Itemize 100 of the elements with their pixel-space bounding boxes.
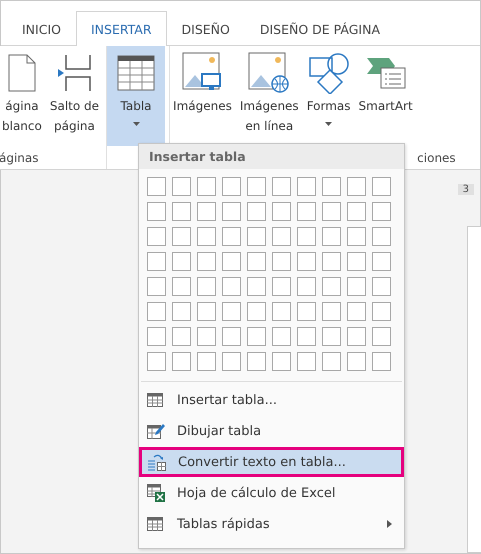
menu-item[interactable]: Hoja de cálculo de Excel bbox=[139, 478, 404, 508]
grid-cell[interactable] bbox=[147, 327, 166, 346]
grid-cell[interactable] bbox=[247, 352, 266, 371]
grid-cell[interactable] bbox=[322, 252, 341, 271]
grid-cell[interactable] bbox=[247, 252, 266, 271]
grid-cell[interactable] bbox=[297, 202, 316, 221]
grid-cell[interactable] bbox=[222, 302, 241, 321]
grid-cell[interactable] bbox=[272, 302, 291, 321]
grid-cell[interactable] bbox=[197, 352, 216, 371]
grid-cell[interactable] bbox=[297, 177, 316, 196]
grid-cell[interactable] bbox=[272, 202, 291, 221]
grid-cell[interactable] bbox=[172, 177, 191, 196]
grid-cell[interactable] bbox=[372, 252, 391, 271]
grid-cell[interactable] bbox=[147, 177, 166, 196]
grid-cell[interactable] bbox=[372, 227, 391, 246]
grid-cell[interactable] bbox=[272, 252, 291, 271]
grid-cell[interactable] bbox=[197, 252, 216, 271]
grid-cell[interactable] bbox=[322, 302, 341, 321]
grid-cell[interactable] bbox=[247, 302, 266, 321]
ribbon-tab[interactable]: DISEÑO bbox=[166, 12, 245, 46]
shapes-icon bbox=[308, 52, 350, 94]
grid-cell[interactable] bbox=[372, 302, 391, 321]
grid-cell[interactable] bbox=[322, 202, 341, 221]
grid-cell[interactable] bbox=[197, 177, 216, 196]
text-to-table-icon bbox=[148, 453, 166, 471]
grid-cell[interactable] bbox=[147, 252, 166, 271]
grid-cell[interactable] bbox=[147, 277, 166, 296]
grid-cell[interactable] bbox=[322, 352, 341, 371]
grid-cell[interactable] bbox=[197, 277, 216, 296]
table-icon bbox=[147, 393, 163, 407]
grid-cell[interactable] bbox=[322, 227, 341, 246]
grid-cell[interactable] bbox=[172, 252, 191, 271]
grid-cell[interactable] bbox=[322, 177, 341, 196]
page-number: 3 bbox=[458, 184, 474, 195]
grid-cell[interactable] bbox=[347, 302, 366, 321]
grid-cell[interactable] bbox=[272, 177, 291, 196]
grid-cell[interactable] bbox=[372, 177, 391, 196]
ribbon-tab[interactable]: INSERTAR bbox=[76, 11, 167, 46]
grid-cell[interactable] bbox=[172, 227, 191, 246]
grid-cell[interactable] bbox=[222, 352, 241, 371]
grid-cell[interactable] bbox=[322, 277, 341, 296]
grid-cell[interactable] bbox=[297, 327, 316, 346]
grid-cell[interactable] bbox=[372, 277, 391, 296]
menu-item[interactable]: Convertir texto en tabla... bbox=[139, 447, 404, 477]
grid-cell[interactable] bbox=[347, 252, 366, 271]
grid-cell[interactable] bbox=[197, 202, 216, 221]
menu-item[interactable]: Dibujar tabla bbox=[139, 416, 404, 446]
ribbon-button[interactable]: Salto de página bbox=[46, 46, 102, 146]
grid-cell[interactable] bbox=[297, 227, 316, 246]
grid-cell[interactable] bbox=[172, 302, 191, 321]
group-label: áginas bbox=[0, 151, 39, 167]
grid-cell[interactable] bbox=[372, 202, 391, 221]
grid-cell[interactable] bbox=[347, 202, 366, 221]
grid-cell[interactable] bbox=[147, 302, 166, 321]
grid-cell[interactable] bbox=[347, 327, 366, 346]
grid-cell[interactable] bbox=[297, 277, 316, 296]
grid-cell[interactable] bbox=[172, 327, 191, 346]
grid-cell[interactable] bbox=[372, 327, 391, 346]
grid-cell[interactable] bbox=[197, 227, 216, 246]
grid-cell[interactable] bbox=[222, 277, 241, 296]
ribbon-tab[interactable]: DISEÑO DE PÁGINA bbox=[244, 12, 396, 46]
grid-cell[interactable] bbox=[347, 177, 366, 196]
menu-item[interactable]: Insertar tabla... bbox=[139, 385, 404, 415]
ribbon-button[interactable]: ágina blanco bbox=[0, 46, 45, 146]
grid-cell[interactable] bbox=[347, 227, 366, 246]
grid-cell[interactable] bbox=[147, 202, 166, 221]
grid-cell[interactable] bbox=[272, 327, 291, 346]
pencil-table-icon bbox=[147, 422, 165, 440]
menu-item[interactable]: Tablas rápidas bbox=[139, 509, 404, 539]
grid-cell[interactable] bbox=[297, 252, 316, 271]
grid-cell[interactable] bbox=[222, 177, 241, 196]
grid-cell[interactable] bbox=[297, 302, 316, 321]
grid-cell[interactable] bbox=[247, 202, 266, 221]
grid-cell[interactable] bbox=[272, 277, 291, 296]
excel-sheet-icon bbox=[147, 484, 165, 502]
grid-cell[interactable] bbox=[372, 352, 391, 371]
ribbon-tab[interactable]: INICIO bbox=[7, 12, 76, 46]
grid-cell[interactable] bbox=[347, 277, 366, 296]
ribbon-button[interactable]: Tabla bbox=[107, 46, 166, 146]
grid-cell[interactable] bbox=[247, 277, 266, 296]
grid-cell[interactable] bbox=[172, 202, 191, 221]
grid-cell[interactable] bbox=[222, 227, 241, 246]
grid-cell[interactable] bbox=[272, 352, 291, 371]
grid-cell[interactable] bbox=[147, 352, 166, 371]
grid-cell[interactable] bbox=[222, 202, 241, 221]
grid-cell[interactable] bbox=[247, 227, 266, 246]
grid-cell[interactable] bbox=[247, 327, 266, 346]
grid-cell[interactable] bbox=[172, 277, 191, 296]
ribbon-button[interactable]: Formas bbox=[304, 46, 354, 146]
grid-cell[interactable] bbox=[172, 352, 191, 371]
grid-cell[interactable] bbox=[197, 302, 216, 321]
grid-cell[interactable] bbox=[197, 327, 216, 346]
grid-cell[interactable] bbox=[272, 227, 291, 246]
grid-cell[interactable] bbox=[147, 227, 166, 246]
grid-cell[interactable] bbox=[297, 352, 316, 371]
grid-cell[interactable] bbox=[347, 352, 366, 371]
grid-cell[interactable] bbox=[322, 327, 341, 346]
grid-cell[interactable] bbox=[222, 327, 241, 346]
grid-cell[interactable] bbox=[222, 252, 241, 271]
grid-cell[interactable] bbox=[247, 177, 266, 196]
